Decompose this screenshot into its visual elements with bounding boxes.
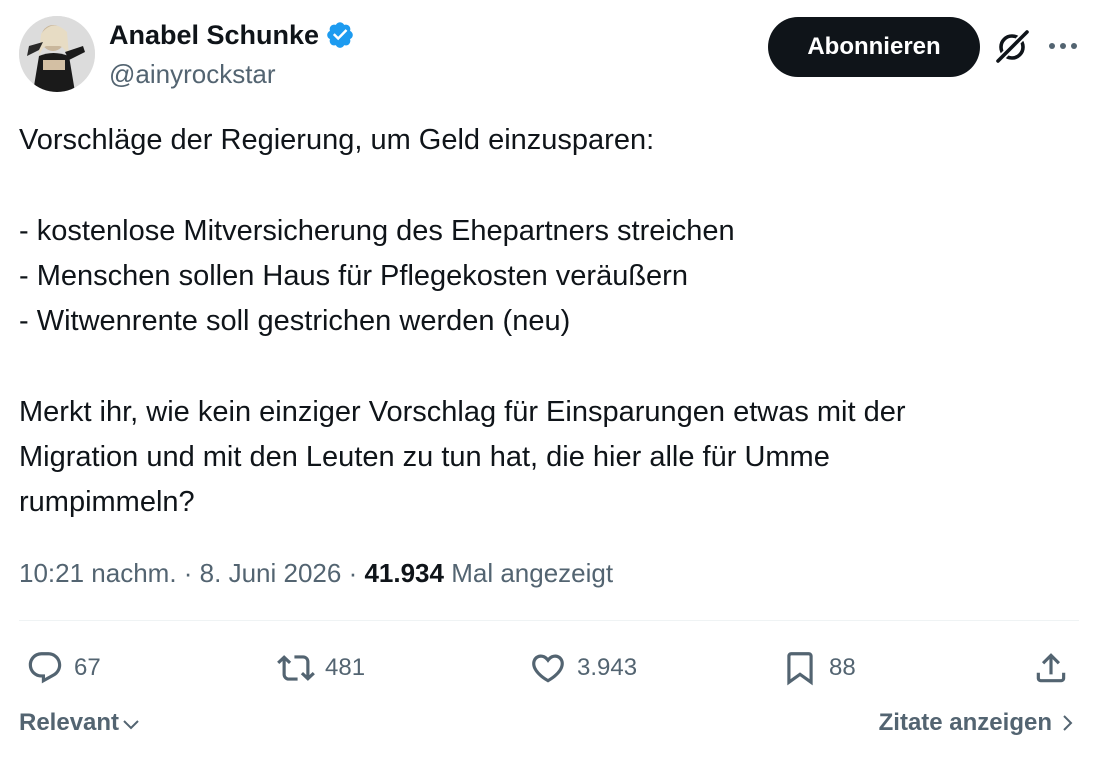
- author-name[interactable]: Anabel Schunke: [109, 19, 355, 51]
- bookmark-icon: [787, 652, 813, 686]
- tweet-date[interactable]: 8. Juni 2026: [200, 558, 342, 588]
- tweet-line: Merkt ihr, wie kein einziger Vorschlag f…: [19, 395, 906, 428]
- views-count: 41.934: [364, 558, 444, 588]
- like-count: 3.943: [577, 654, 638, 681]
- tweet-line: - Witwenrente soll gestrichen werden (ne…: [19, 305, 571, 338]
- share-button[interactable]: [1032, 646, 1070, 690]
- meta-separator: ·: [176, 558, 200, 588]
- share-icon: [1036, 653, 1066, 683]
- bookmark-count: 88: [829, 654, 856, 681]
- tweet-line: Vorschläge der Regierung, um Geld einzus…: [19, 124, 655, 156]
- repost-icon: [277, 655, 315, 681]
- tweet-time[interactable]: 10:21 nachm.: [19, 558, 177, 588]
- grok-icon[interactable]: [993, 28, 1031, 66]
- reply-count: 67: [74, 654, 101, 681]
- author-name-text: Anabel Schunke: [109, 20, 320, 50]
- author-handle[interactable]: @ainyrockstar: [109, 58, 276, 90]
- views-label: Mal angezeigt: [451, 558, 614, 588]
- repost-button[interactable]: 481: [277, 646, 365, 690]
- tweet-text: Vorschläge der Regierung, um Geld einzus…: [19, 118, 1079, 526]
- tweet-line: rumpimmeln?: [19, 486, 195, 519]
- quotes-label: Zitate anzeigen: [878, 709, 1052, 736]
- tweet-line: - Menschen sollen Haus für Pflegekosten …: [19, 259, 688, 292]
- divider: [19, 620, 1079, 621]
- sort-label: Relevant: [19, 709, 120, 736]
- tweet-meta: 10:21 nachm. · 8. Juni 2026 · 41.934 Mal…: [19, 556, 613, 590]
- follow-button[interactable]: Abonnieren: [768, 17, 980, 77]
- avatar[interactable]: [19, 16, 95, 92]
- verified-badge-icon: [327, 22, 353, 48]
- chevron-down-icon: [123, 720, 139, 730]
- tweet-line: - kostenlose Mitversicherung des Ehepart…: [19, 214, 735, 247]
- repost-count: 481: [325, 654, 366, 681]
- reply-icon: [28, 652, 62, 684]
- like-icon: [532, 654, 564, 683]
- sort-dropdown[interactable]: Relevant: [19, 709, 141, 737]
- bookmark-button[interactable]: 88: [781, 646, 856, 690]
- meta-separator: ·: [341, 558, 365, 588]
- reply-button[interactable]: 67: [26, 646, 101, 690]
- tweet-page: Anabel Schunke @ainyrockstar Abonnieren …: [0, 0, 1103, 757]
- tweet-line: Migration und mit den Leuten zu tun hat,…: [19, 441, 830, 474]
- like-button[interactable]: 3.943: [529, 646, 637, 690]
- more-icon[interactable]: [1046, 36, 1080, 56]
- tweet-line-blank: [19, 163, 1079, 208]
- chevron-right-icon: [1063, 715, 1073, 731]
- tweet-line-blank: [19, 344, 1079, 389]
- view-quotes-link[interactable]: Zitate anzeigen: [879, 709, 1078, 737]
